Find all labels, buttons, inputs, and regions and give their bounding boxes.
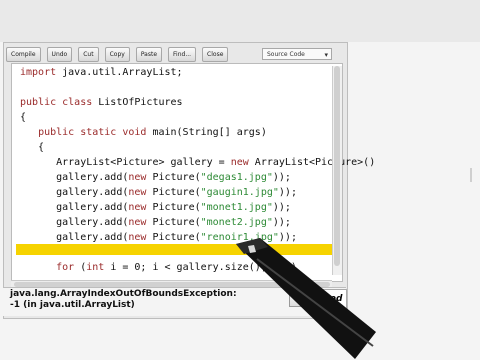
code-line: import java.util.ArrayList; [20, 67, 183, 78]
paste-button[interactable]: Paste [135, 47, 163, 62]
copy-button[interactable]: Copy [104, 47, 130, 62]
view-mode-select[interactable]: Source Code ▾ [262, 48, 332, 60]
compile-button[interactable]: Compile [6, 47, 41, 62]
code-keyword: new [128, 217, 147, 228]
view-mode-label: Source Code [267, 51, 305, 58]
code-string: "monet2.jpg" [200, 217, 273, 228]
editor-app: Compile Undo Cut Copy Paste Find... Clos… [0, 0, 480, 360]
close-button[interactable]: Close [202, 47, 229, 62]
cut-button[interactable]: Cut [78, 47, 99, 62]
chevron-down-icon: ▾ [324, 51, 328, 59]
code-keyword: int [86, 262, 105, 273]
code-keyword: for [56, 262, 75, 273]
undo-button[interactable]: Undo [46, 47, 73, 62]
code-keyword: public class [20, 97, 93, 108]
top-margin [0, 0, 480, 42]
code-line: gallery.add(new Picture("monet1.jpg")); [20, 202, 291, 213]
toolbar: Compile Undo Cut Copy Paste Find... Clos… [6, 47, 229, 62]
code-keyword: new [128, 172, 147, 183]
code-line: { [20, 142, 45, 153]
code-string: "degas1.jpg" [200, 172, 273, 183]
code-keyword: new [128, 187, 147, 198]
code-keyword: public static void [38, 127, 147, 138]
code-keyword: new [230, 157, 249, 168]
code-line: gallery.add(new Picture("gaugin1.jpg")); [20, 187, 297, 198]
side-divider [470, 168, 472, 182]
code-line: { [20, 112, 27, 123]
code-string: "gaugin1.jpg" [200, 187, 279, 198]
stylus-pen-icon [236, 238, 376, 359]
code-string: "monet1.jpg" [200, 202, 273, 213]
code-line: ArrayList<Picture> gallery = new ArrayLi… [20, 157, 376, 168]
code-line: gallery.add(new Picture("degas1.jpg")); [20, 172, 291, 183]
code-keyword: new [128, 232, 147, 243]
code-line: gallery.add(new Picture("monet2.jpg")); [20, 217, 291, 228]
code-keyword: new [128, 202, 147, 213]
code-line: public class ListOfPictures [20, 97, 183, 108]
code-line: public static void main(String[] args) [38, 127, 267, 138]
code-keyword: import [20, 67, 57, 78]
find-button[interactable]: Find... [168, 47, 197, 62]
